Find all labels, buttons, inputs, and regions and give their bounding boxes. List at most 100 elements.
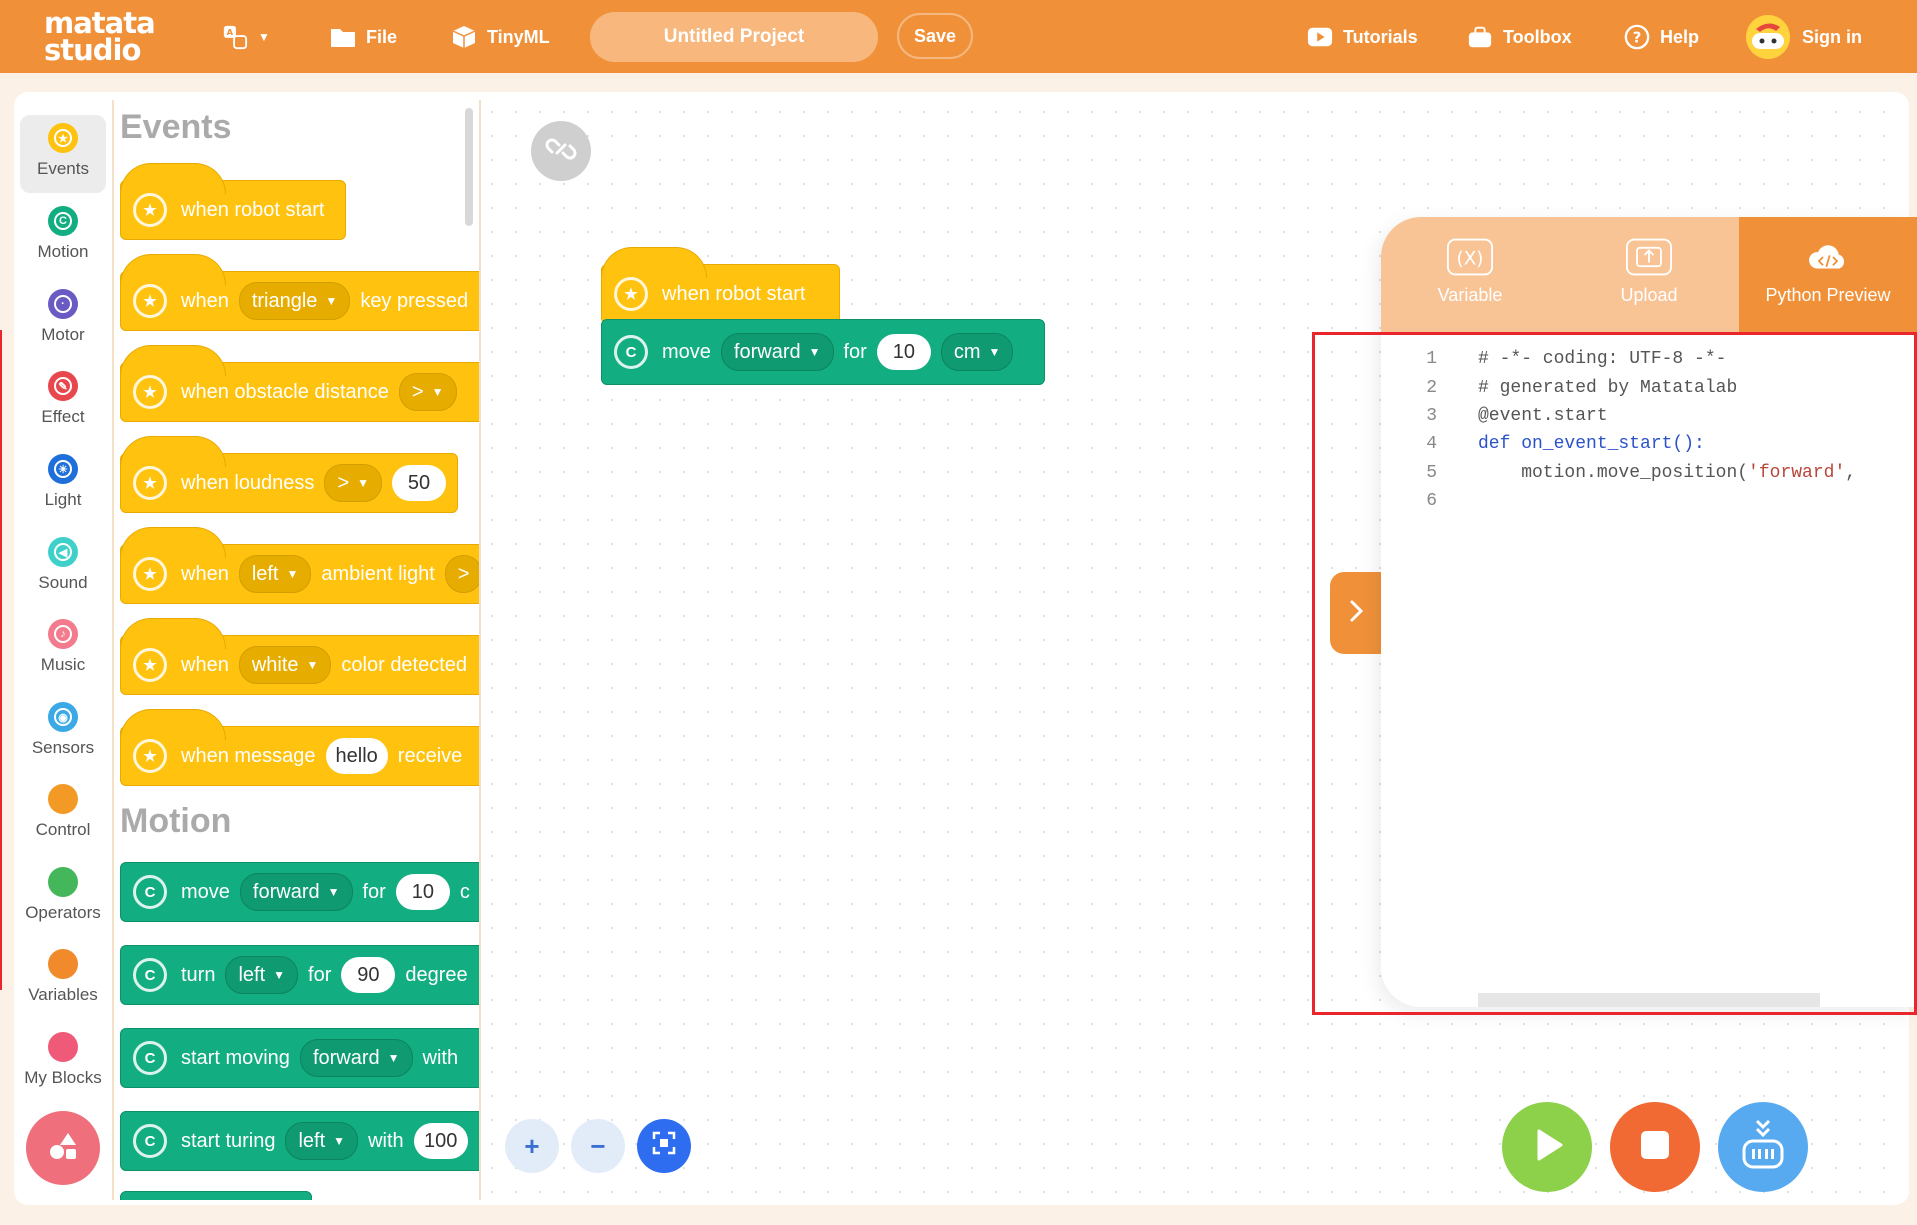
block-start-turning[interactable]: C start turing left ▼ with 100 [120, 1111, 479, 1171]
run-button[interactable] [1502, 1102, 1592, 1192]
caret-down-icon: ▼ [273, 968, 286, 982]
matata-studio-logo[interactable]: matata studio [44, 9, 156, 65]
variable-icon: (X) [1447, 237, 1493, 277]
direction-dropdown[interactable]: forward ▼ [720, 333, 834, 371]
category-label: Variables [28, 985, 98, 1004]
block-loudness[interactable]: ★ when loudness > ▼ 50 [120, 436, 458, 513]
block-text: when [181, 562, 229, 585]
block-text: when message [181, 744, 316, 767]
tab-label: Upload [1620, 285, 1678, 305]
category-variables[interactable]: Variables [20, 941, 106, 1019]
block-ambient-light[interactable]: ★ when left ▼ ambient light > [120, 527, 479, 604]
category-label: Light [44, 490, 82, 509]
direction-dropdown[interactable]: forward ▼ [299, 1039, 413, 1077]
unit-dropdown[interactable]: cm ▼ [940, 333, 1014, 371]
play-icon [1527, 1125, 1567, 1170]
stop-button[interactable] [1610, 1102, 1700, 1192]
number-input[interactable]: 90 [341, 957, 396, 993]
category-control[interactable]: Control [20, 776, 106, 854]
connect-device-button[interactable] [531, 121, 591, 181]
number-input[interactable]: 10 [876, 334, 931, 370]
palette-section-title: Motion [120, 802, 232, 840]
caret-down-icon: ▼ [387, 1051, 400, 1065]
block-turn[interactable]: C turn left ▼ for 90 degree [120, 945, 479, 1005]
cloud-code-icon [1805, 237, 1851, 277]
fit-screen-icon [651, 1130, 677, 1163]
dropdown-value: forward [312, 1046, 380, 1069]
category-label: Operators [25, 903, 101, 922]
direction-dropdown[interactable]: forward ▼ [239, 873, 353, 911]
block-start-moving[interactable]: C start moving forward ▼ with [120, 1028, 479, 1088]
direction-dropdown[interactable]: left ▼ [285, 1122, 359, 1160]
help-button[interactable]: ? Help [1624, 22, 1699, 52]
category-sensors[interactable]: ◉ Sensors [20, 694, 106, 772]
palette-scrollbar[interactable] [465, 108, 473, 226]
sign-in-button[interactable]: Sign in [1746, 14, 1862, 60]
workspace-block-move[interactable]: C move forward ▼ for 10 cm ▼ [601, 319, 1045, 385]
operator-dropdown[interactable]: > ▼ [398, 373, 457, 411]
file-menu[interactable]: File [330, 22, 397, 52]
side-dropdown[interactable]: left ▼ [238, 555, 312, 593]
block-move-forward[interactable]: C move forward ▼ for 10 c [120, 862, 479, 922]
save-button[interactable]: Save [897, 13, 973, 59]
number-input[interactable]: 100 [413, 1123, 468, 1159]
category-sound[interactable]: ◀ Sound [20, 529, 106, 607]
category-label: Music [40, 655, 86, 674]
category-motor[interactable]: · Motor [20, 281, 106, 359]
key-dropdown[interactable]: triangle ▼ [238, 282, 351, 320]
control-icon [48, 784, 78, 814]
operator-dropdown[interactable]: > [444, 555, 479, 593]
toolbox-button[interactable]: Toolbox [1467, 22, 1572, 52]
category-my-blocks[interactable]: My Blocks [20, 1024, 106, 1102]
robot-connect-button[interactable] [1718, 1102, 1808, 1192]
tab-label: Python Preview [1765, 285, 1891, 305]
robot-download-icon [1738, 1117, 1788, 1178]
zoom-fit-button[interactable] [637, 1119, 691, 1173]
tab-upload[interactable]: Upload [1560, 217, 1738, 333]
block-message-received[interactable]: ★ when message hello receive [120, 709, 479, 786]
dropdown-value: cm [953, 340, 981, 363]
motion-icon: C [133, 1124, 167, 1158]
category-label: Motor [41, 325, 85, 344]
block-text: when robot start [662, 282, 806, 305]
color-dropdown[interactable]: white ▼ [238, 646, 332, 684]
cube-icon [451, 24, 477, 50]
operator-dropdown[interactable]: > ▼ [324, 464, 383, 502]
extensions-button[interactable] [26, 1111, 100, 1185]
number-input[interactable]: 50 [392, 465, 447, 501]
number-input[interactable]: 10 [395, 874, 450, 910]
block-text: when [181, 653, 229, 676]
block-text: with [368, 1129, 404, 1152]
translate-icon: A [222, 24, 248, 50]
video-icon [1307, 24, 1333, 50]
category-motion[interactable]: C Motion [20, 198, 106, 276]
category-effect[interactable]: ✎ Effect [20, 363, 106, 441]
dropdown-value: triangle [251, 289, 318, 312]
project-name-field[interactable]: Untitled Project [590, 12, 878, 62]
broken-link-icon [544, 132, 578, 171]
block-color-detected[interactable]: ★ when white ▼ color detected [120, 618, 479, 695]
category-label: Control [35, 820, 91, 839]
zoom-in-button[interactable]: + [505, 1119, 559, 1173]
category-label: Effect [41, 407, 85, 426]
category-operators[interactable]: Operators [20, 859, 106, 937]
zoom-out-button[interactable]: − [571, 1119, 625, 1173]
category-music[interactable]: ♪ Music [20, 611, 106, 689]
block-obstacle-distance[interactable]: ★ when obstacle distance > ▼ [120, 345, 479, 422]
direction-dropdown[interactable]: left ▼ [225, 956, 299, 994]
block-partial[interactable] [120, 1191, 312, 1200]
tab-python-preview[interactable]: Python Preview [1739, 217, 1917, 333]
workspace-block-when-robot-start[interactable]: ★ when robot start [601, 247, 840, 324]
top-bar: matata studio A ▼ File TinyML Untitled P… [0, 0, 1917, 73]
block-key-pressed[interactable]: ★ when triangle ▼ key pressed [120, 254, 479, 331]
message-input[interactable]: hello [325, 738, 388, 774]
chevron-down-icon: ▼ [258, 30, 270, 44]
language-menu[interactable]: A ▼ [222, 22, 270, 52]
category-events[interactable]: ★ Events [20, 115, 106, 193]
tutorials-button[interactable]: Tutorials [1307, 22, 1418, 52]
tinyml-menu[interactable]: TinyML [451, 22, 550, 52]
category-light[interactable]: ☀ Light [20, 446, 106, 524]
block-when-robot-start[interactable]: ★ when robot start [120, 163, 346, 240]
dropdown-value: forward [733, 340, 801, 363]
tab-variable[interactable]: (X) Variable [1381, 217, 1559, 333]
